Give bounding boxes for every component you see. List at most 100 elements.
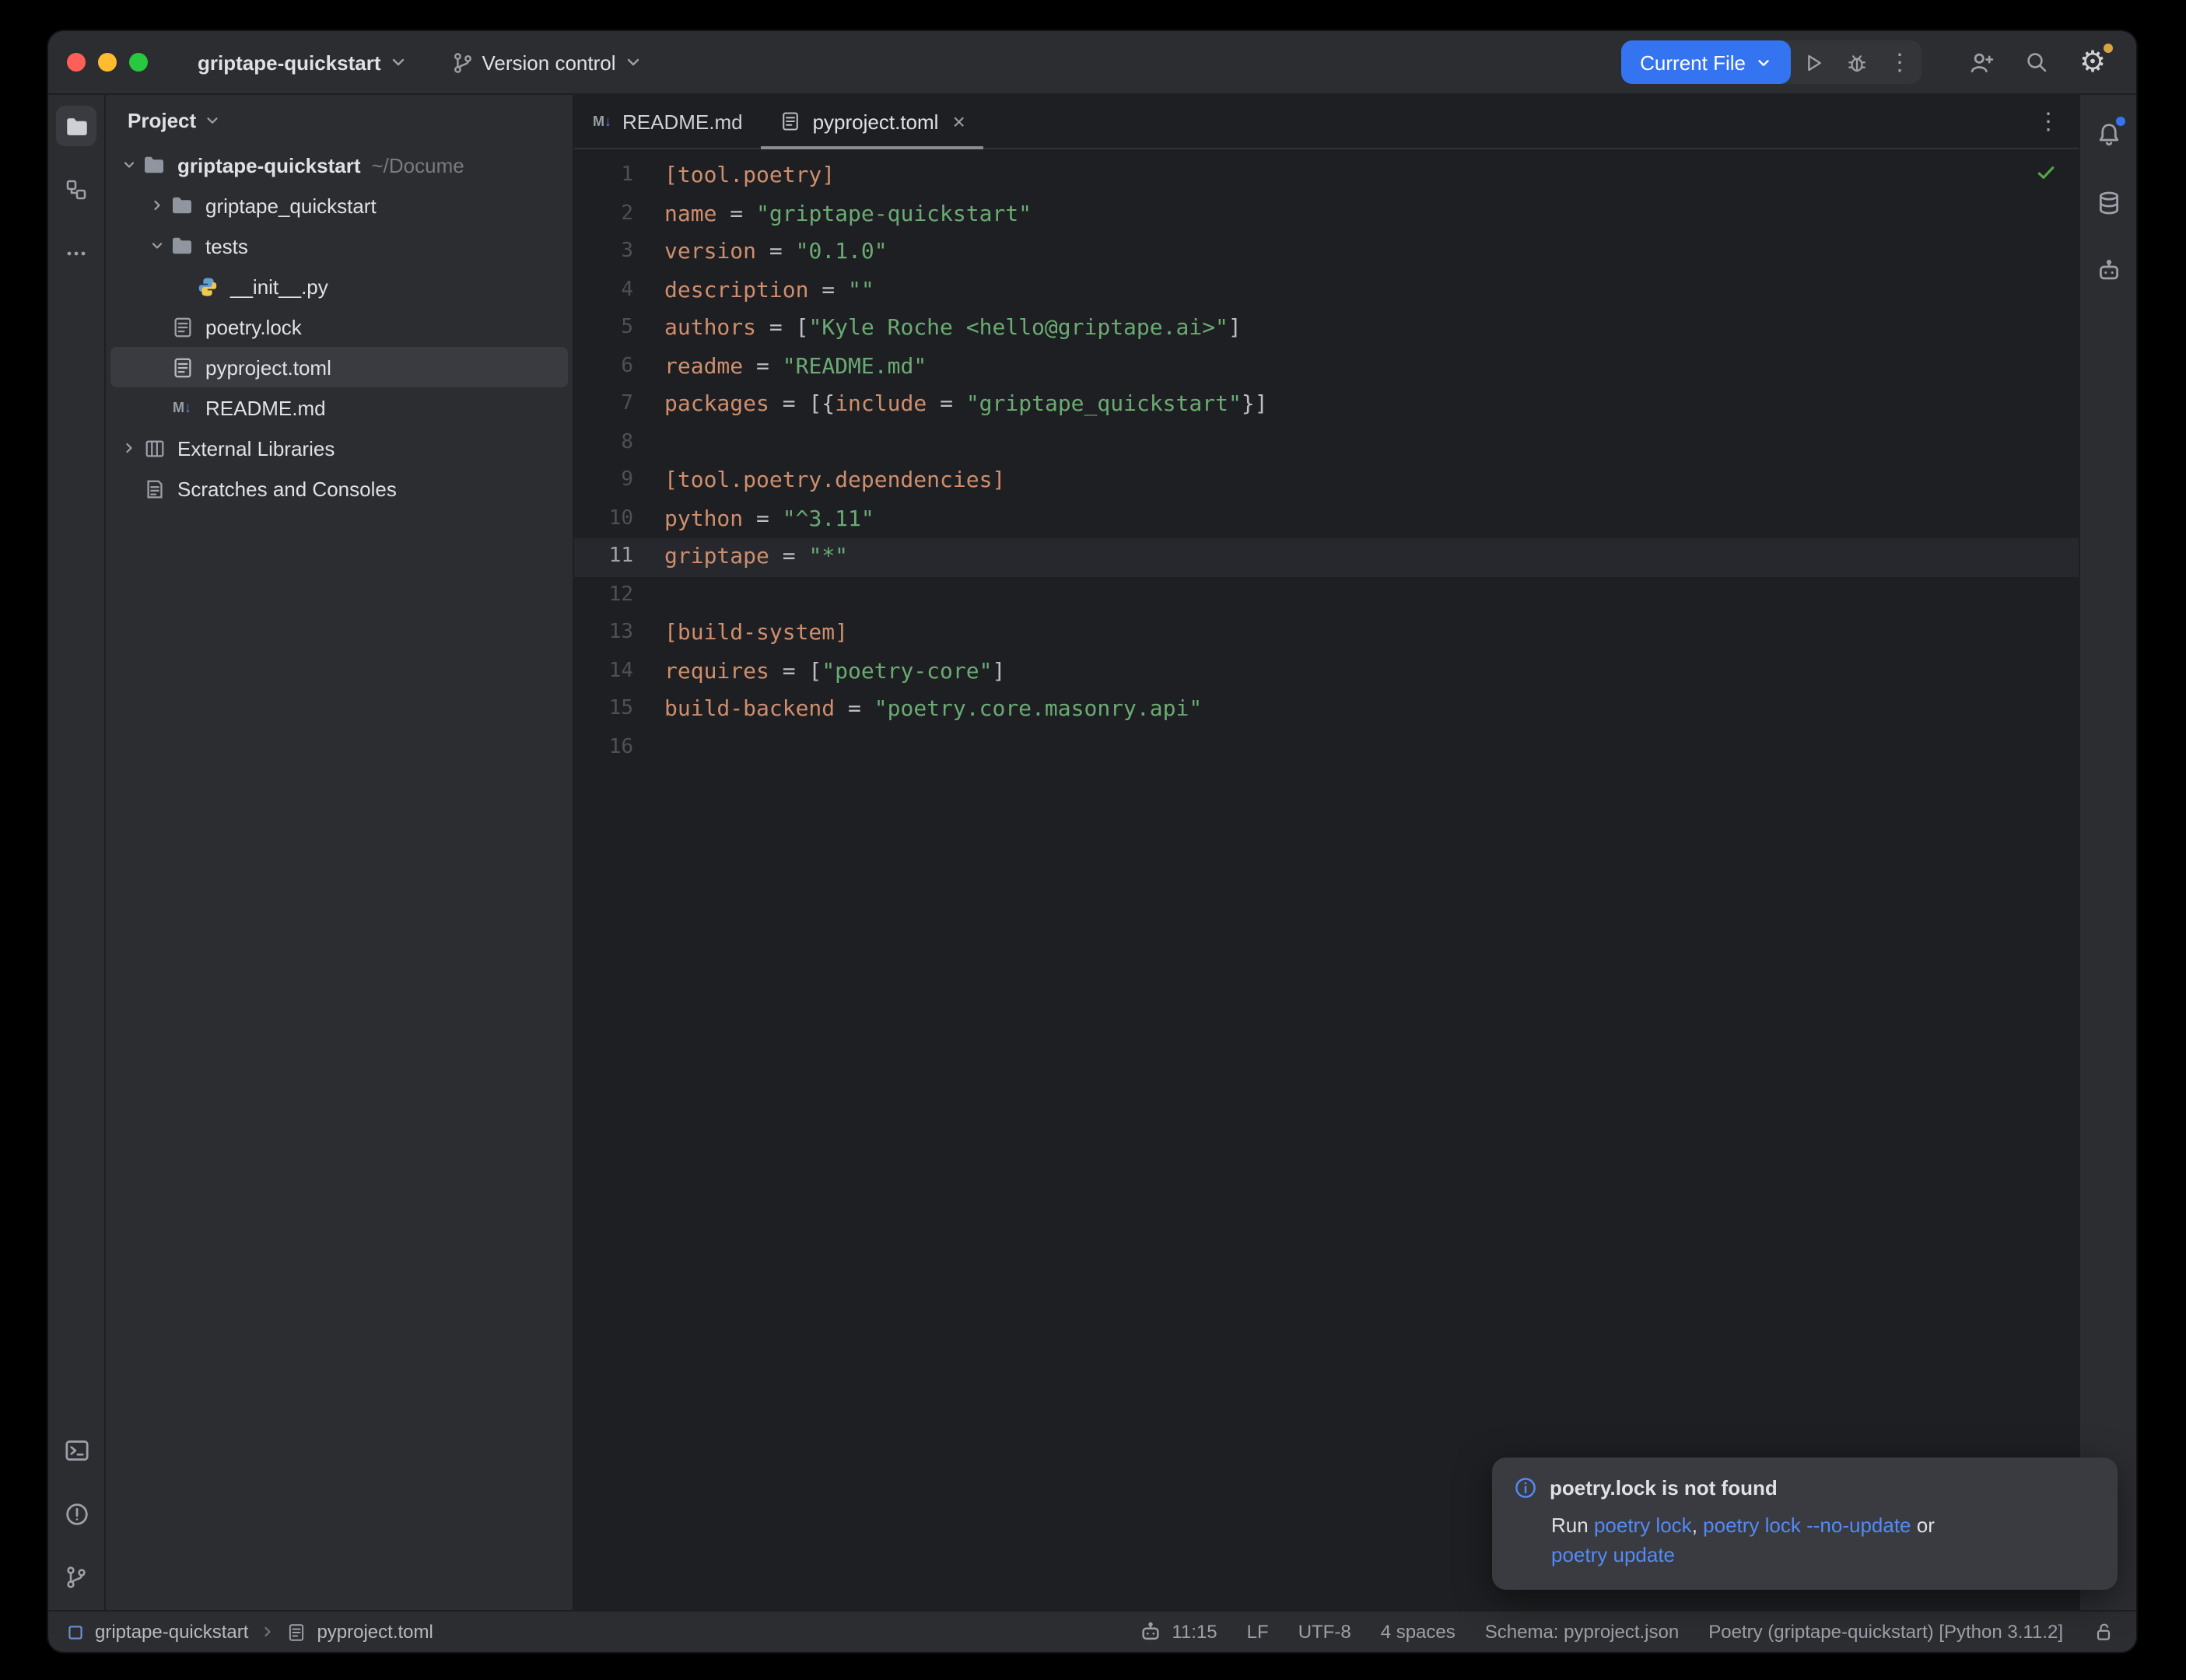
line-number[interactable]: 14 [574,653,664,691]
line-number[interactable]: 16 [574,729,664,767]
code-line[interactable]: 7packages = [{include = "griptape_quicks… [574,386,2079,424]
code-text: [tool.poetry.dependencies] [664,462,1005,500]
tree-item-label: External Libraries [177,436,335,460]
notifications-button[interactable] [2088,114,2128,154]
database-toolwindow-button[interactable] [2088,182,2128,222]
chevron-down-icon[interactable] [146,238,168,254]
vcs-selector[interactable]: Version control [451,51,643,74]
chevron-down-icon[interactable] [118,157,140,173]
close-button[interactable] [67,53,86,72]
line-number[interactable]: 2 [574,195,664,233]
code-with-me-button[interactable] [1959,40,2002,84]
more-toolwindows-button[interactable] [56,233,96,274]
code-line[interactable]: 9[tool.poetry.dependencies] [574,462,2079,500]
inspection-ok-icon[interactable] [2035,162,2057,184]
tree-item-tests[interactable]: tests [106,226,573,266]
line-separator-widget[interactable]: LF [1247,1621,1269,1643]
structure-toolwindow-button[interactable] [56,170,96,210]
code-line[interactable]: 2name = "griptape-quickstart" [574,195,2079,233]
ai-assistant-icon [1139,1620,1162,1643]
project-panel-header[interactable]: Project [106,95,573,145]
line-number[interactable]: 1 [574,157,664,195]
project-toolwindow-button[interactable] [56,106,96,146]
tree-item-readme-md[interactable]: M↓ README.md [106,387,573,428]
branch-icon [451,51,475,74]
tree-item-label: poetry.lock [205,315,302,338]
version-control-toolwindow-button[interactable] [56,1557,96,1598]
poetry-lock-no-update-link[interactable]: poetry lock --no-update [1703,1514,1911,1537]
line-number[interactable]: 13 [574,614,664,653]
line-number[interactable]: 3 [574,233,664,271]
poetry-lock-link[interactable]: poetry lock [1594,1514,1692,1537]
readonly-toggle[interactable] [2093,1621,2114,1643]
line-number[interactable]: 7 [574,386,664,424]
line-number[interactable]: 12 [574,576,664,614]
code-line[interactable]: 11griptape = "*" [574,538,2079,576]
line-number[interactable]: 11 [574,538,664,576]
code-text: description = "" [664,271,874,310]
code-line[interactable]: 10python = "^3.11" [574,500,2079,538]
zoom-button[interactable] [129,53,148,72]
line-number[interactable]: 10 [574,500,664,538]
project-widget-icon[interactable] [67,1623,84,1640]
code-line[interactable]: 4description = "" [574,271,2079,310]
project-selector[interactable]: griptape-quickstart [198,51,408,74]
breadcrumb-file[interactable]: pyproject.toml [317,1621,433,1643]
line-number[interactable]: 8 [574,424,664,462]
line-number[interactable]: 4 [574,271,664,310]
code-line[interactable]: 3version = "0.1.0" [574,233,2079,271]
line-number[interactable]: 9 [574,462,664,500]
code-line[interactable]: 13[build-system] [574,614,2079,653]
line-number[interactable]: 6 [574,348,664,386]
poetry-update-link[interactable]: poetry update [1551,1543,1675,1566]
tree-item-scratches[interactable]: Scratches and Consoles [106,468,573,509]
tree-item-pyproject-toml[interactable]: pyproject.toml [110,347,568,387]
toml-file-icon [168,315,196,338]
code-text: python = "^3.11" [664,500,874,538]
encoding-widget[interactable]: UTF-8 [1298,1621,1351,1643]
debug-button[interactable] [1834,40,1878,84]
info-icon [1514,1476,1537,1500]
ai-assistant-status[interactable]: 11:15 [1139,1620,1217,1643]
settings-button[interactable]: ⚙ [2071,40,2114,84]
terminal-toolwindow-button[interactable] [56,1430,96,1470]
tree-item-poetry-lock[interactable]: poetry.lock [106,306,573,347]
code-line[interactable]: 8 [574,424,2079,462]
run-configuration-selector[interactable]: Current File [1621,40,1791,84]
tab-pyproject-toml[interactable]: pyproject.toml × [762,95,984,148]
search-everywhere-button[interactable] [2015,40,2058,84]
run-more-button[interactable]: ⋮ [1878,40,1922,84]
tab-readme-md[interactable]: M↓ README.md [574,95,762,148]
code-line[interactable]: 1[tool.poetry] [574,157,2079,195]
code-line[interactable]: 15build-backend = "poetry.core.masonry.a… [574,691,2079,729]
tab-options-button[interactable]: ⋮ [2018,95,2079,148]
tree-item-griptape-quickstart-pkg[interactable]: griptape_quickstart [106,185,573,226]
close-tab-icon[interactable]: × [952,110,965,132]
tree-item-root[interactable]: griptape-quickstart ~/Docume [106,145,573,185]
chevron-right-icon[interactable] [146,198,168,213]
ai-assistant-toolwindow-button[interactable] [2088,250,2128,291]
line-number[interactable]: 5 [574,310,664,348]
toml-file-icon [168,355,196,379]
run-button[interactable] [1791,40,1834,84]
code-line[interactable]: 14requires = ["poetry-core"] [574,653,2079,691]
code-line[interactable]: 5authors = ["Kyle Roche <hello@griptape.… [574,310,2079,348]
code-editor[interactable]: 1[tool.poetry]2name = "griptape-quicksta… [574,149,2079,1610]
interpreter-widget[interactable]: Poetry (griptape-quickstart) [Python 3.1… [1708,1621,2063,1643]
problems-toolwindow-button[interactable] [56,1493,96,1534]
markdown-file-icon: M↓ [168,400,196,415]
kebab-icon: ⋮ [2037,107,2060,135]
code-line[interactable]: 6readme = "README.md" [574,348,2079,386]
run-configuration-label: Current File [1640,51,1746,74]
minimize-button[interactable] [98,53,117,72]
tree-item-external-libraries[interactable]: External Libraries [106,428,573,468]
chevron-right-icon[interactable] [118,440,140,456]
schema-widget[interactable]: Schema: pyproject.json [1485,1621,1679,1643]
code-line[interactable]: 12 [574,576,2079,614]
line-number[interactable]: 15 [574,691,664,729]
breadcrumb-project[interactable]: griptape-quickstart [95,1621,248,1643]
tree-item-init-py[interactable]: __init__.py [106,266,573,306]
indent-widget[interactable]: 4 spaces [1381,1621,1456,1643]
kebab-icon: ⋮ [1888,48,1911,76]
code-line[interactable]: 16 [574,729,2079,767]
